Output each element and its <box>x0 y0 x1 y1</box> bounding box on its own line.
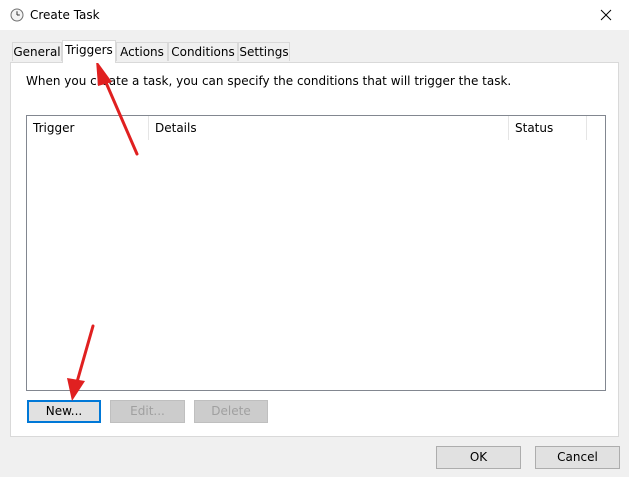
triggers-panel: When you create a task, you can specify … <box>10 62 619 437</box>
tab-conditions[interactable]: Conditions <box>168 42 238 61</box>
window-title: Create Task <box>30 8 100 22</box>
close-icon <box>600 9 612 21</box>
clock-icon <box>10 8 24 22</box>
tab-triggers[interactable]: Triggers <box>62 40 116 63</box>
tab-actions[interactable]: Actions <box>116 42 168 61</box>
list-header: Trigger Details Status <box>27 116 605 140</box>
cancel-button[interactable]: Cancel <box>535 446 620 469</box>
edit-trigger-button[interactable]: Edit... <box>110 400 185 423</box>
column-header-details[interactable]: Details <box>149 116 509 140</box>
triggers-list[interactable]: Trigger Details Status <box>26 115 606 391</box>
triggers-description: When you create a task, you can specify … <box>26 74 512 88</box>
column-header-trigger[interactable]: Trigger <box>27 116 149 140</box>
title-bar: Create Task <box>0 0 629 30</box>
close-button[interactable] <box>583 0 629 30</box>
delete-trigger-button[interactable]: Delete <box>194 400 268 423</box>
new-trigger-button[interactable]: New... <box>27 400 101 423</box>
tab-settings[interactable]: Settings <box>238 42 290 61</box>
tab-general[interactable]: General <box>12 42 62 61</box>
create-task-window: Create Task General Triggers Actions Con… <box>0 0 629 477</box>
ok-button[interactable]: OK <box>436 446 521 469</box>
column-header-status[interactable]: Status <box>509 116 587 140</box>
